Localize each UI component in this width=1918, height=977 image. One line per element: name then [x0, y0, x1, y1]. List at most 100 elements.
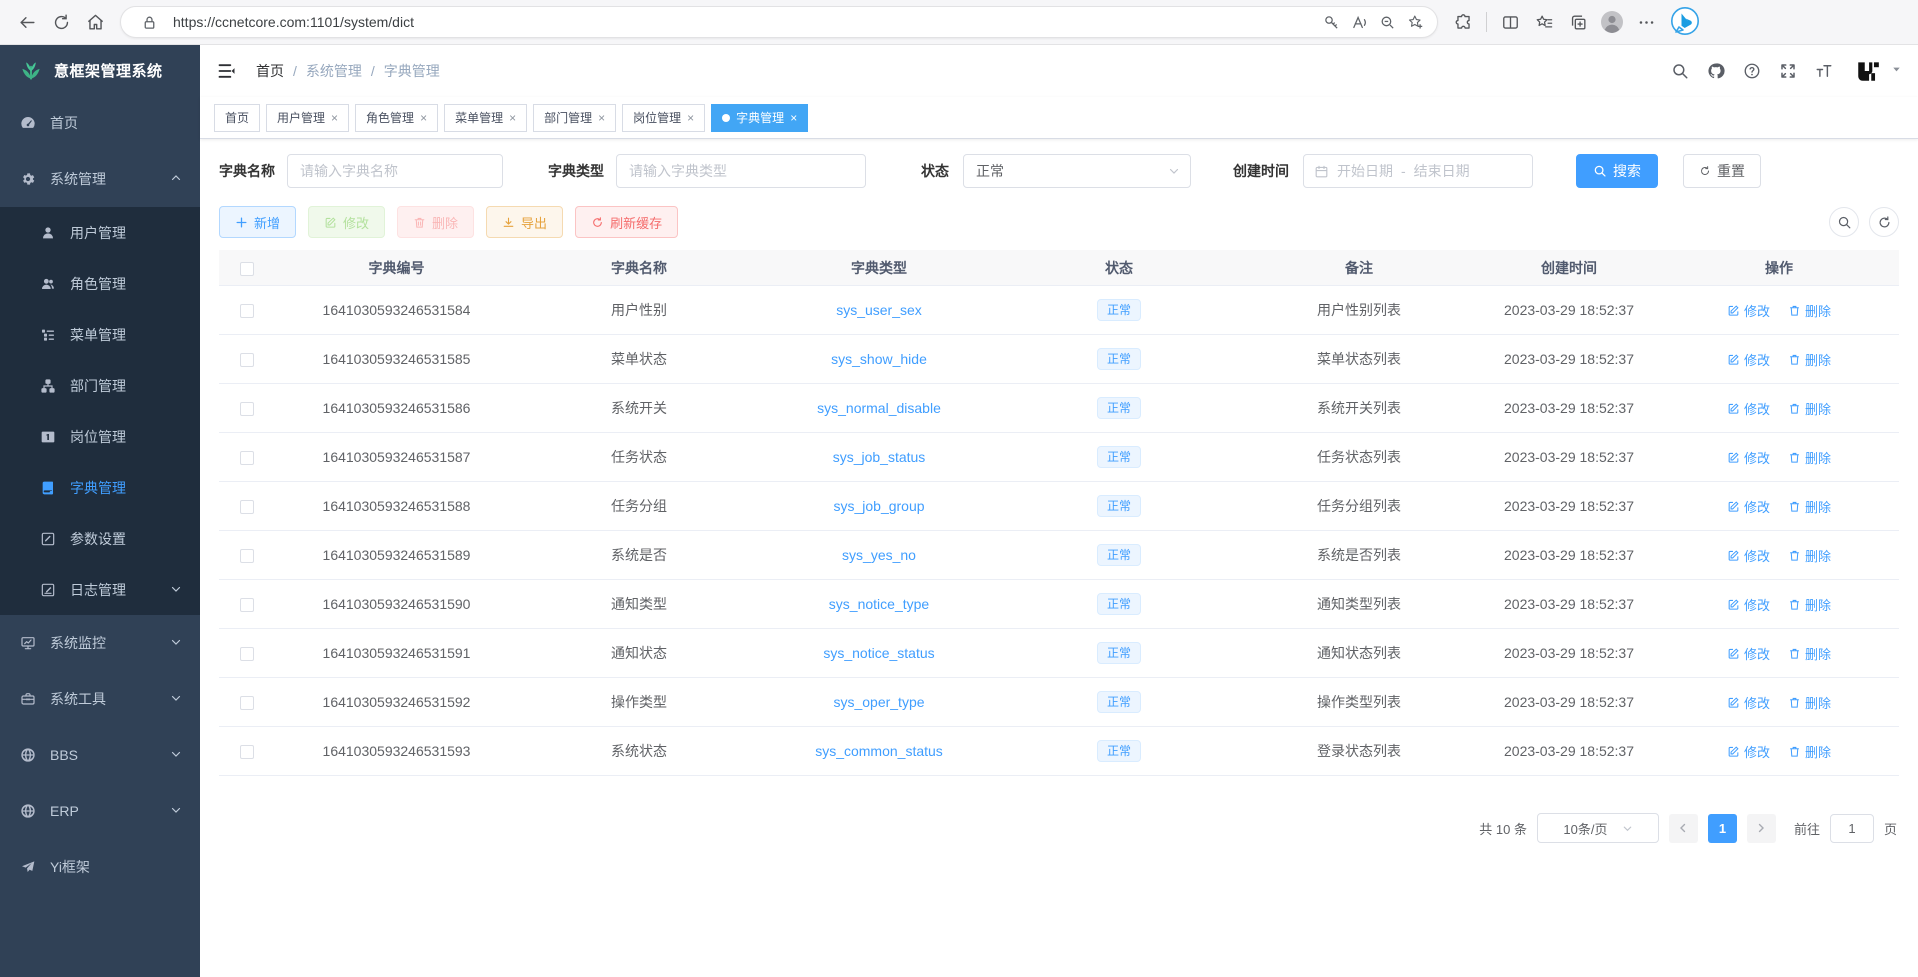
row-delete-link[interactable]: 删除 — [1788, 448, 1831, 467]
row-edit-link[interactable]: 修改 — [1727, 448, 1770, 467]
export-button[interactable]: 导出 — [486, 206, 563, 238]
sidebar-item-system[interactable]: 系统管理 — [0, 151, 200, 207]
browser-back-button[interactable] — [10, 5, 44, 39]
font-size-icon[interactable] — [1809, 56, 1839, 86]
page-number-current[interactable]: 1 — [1708, 814, 1737, 843]
dict-type-input[interactable] — [616, 154, 866, 188]
sidebar-item-bbs[interactable]: BBS — [0, 727, 200, 783]
add-button[interactable]: 新增 — [219, 206, 296, 238]
sidebar-item-menus[interactable]: 菜单管理 — [0, 309, 200, 360]
dict-type-link[interactable]: sys_user_sex — [836, 302, 922, 318]
sidebar-item-erp[interactable]: ERP — [0, 783, 200, 839]
bing-chat-icon[interactable] — [1669, 6, 1701, 38]
row-edit-link[interactable]: 修改 — [1727, 497, 1770, 516]
tab-home[interactable]: 首页 — [214, 104, 260, 132]
chevron-down-icon[interactable] — [1891, 62, 1902, 80]
browser-refresh-button[interactable] — [44, 5, 78, 39]
tab-dict-active[interactable]: 字典管理 × — [711, 104, 808, 132]
date-range-picker[interactable]: 开始日期 - 结束日期 — [1303, 154, 1533, 188]
row-edit-link[interactable]: 修改 — [1727, 399, 1770, 418]
edit-button-disabled[interactable]: 修改 — [308, 206, 385, 238]
fullscreen-icon[interactable] — [1773, 56, 1803, 86]
row-checkbox[interactable] — [240, 745, 254, 759]
browser-address-bar[interactable]: https://ccnetcore.com:1101/system/dict — [120, 6, 1438, 38]
dict-type-link[interactable]: sys_yes_no — [842, 547, 916, 563]
dict-type-link[interactable]: sys_notice_status — [823, 645, 934, 661]
next-page-button[interactable] — [1747, 814, 1776, 843]
app-logo[interactable]: 意框架管理系统 — [0, 45, 200, 95]
browser-home-button[interactable] — [78, 5, 112, 39]
add-favorite-icon[interactable] — [1401, 8, 1429, 36]
tab-close-icon[interactable]: × — [790, 111, 797, 125]
tab-close-icon[interactable]: × — [509, 111, 516, 125]
url-text[interactable]: https://ccnetcore.com:1101/system/dict — [173, 14, 1317, 30]
read-aloud-icon[interactable] — [1345, 8, 1373, 36]
sidebar-item-params[interactable]: 参数设置 — [0, 513, 200, 564]
dict-type-link[interactable]: sys_job_group — [833, 498, 924, 514]
dict-type-link[interactable]: sys_job_status — [833, 449, 926, 465]
row-checkbox[interactable] — [240, 353, 254, 367]
row-checkbox[interactable] — [240, 647, 254, 661]
tab-users[interactable]: 用户管理 × — [266, 104, 349, 132]
show-search-toggle-button[interactable] — [1829, 207, 1859, 237]
row-delete-link[interactable]: 删除 — [1788, 546, 1831, 565]
tab-close-icon[interactable]: × — [331, 111, 338, 125]
row-edit-link[interactable]: 修改 — [1727, 742, 1770, 761]
row-checkbox[interactable] — [240, 598, 254, 612]
sidebar-item-users[interactable]: 用户管理 — [0, 207, 200, 258]
user-avatar-logo[interactable] — [1853, 56, 1883, 86]
sidebar-item-home[interactable]: 首页 — [0, 95, 200, 151]
dict-type-link[interactable]: sys_show_hide — [831, 351, 927, 367]
row-checkbox[interactable] — [240, 500, 254, 514]
row-edit-link[interactable]: 修改 — [1727, 693, 1770, 712]
sidebar-item-tools[interactable]: 系统工具 — [0, 671, 200, 727]
dict-type-link[interactable]: sys_oper_type — [833, 694, 924, 710]
dict-name-input[interactable] — [287, 154, 503, 188]
collections-icon[interactable] — [1561, 5, 1595, 39]
github-icon[interactable] — [1701, 56, 1731, 86]
select-all-checkbox[interactable] — [240, 262, 254, 276]
row-edit-link[interactable]: 修改 — [1727, 350, 1770, 369]
row-checkbox[interactable] — [240, 451, 254, 465]
sidebar-item-departments[interactable]: 部门管理 — [0, 360, 200, 411]
dict-type-link[interactable]: sys_normal_disable — [817, 400, 941, 416]
refresh-cache-button[interactable]: 刷新缓存 — [575, 206, 678, 238]
row-delete-link[interactable]: 删除 — [1788, 350, 1831, 369]
tab-roles[interactable]: 角色管理 × — [355, 104, 438, 132]
sidebar-item-posts[interactable]: 岗位管理 — [0, 411, 200, 462]
tab-departments[interactable]: 部门管理 × — [533, 104, 616, 132]
browser-more-icon[interactable] — [1629, 5, 1663, 39]
sidebar-collapse-icon[interactable] — [214, 58, 240, 84]
browser-profile-avatar[interactable] — [1595, 5, 1629, 39]
prev-page-button[interactable] — [1669, 814, 1698, 843]
row-delete-link[interactable]: 删除 — [1788, 497, 1831, 516]
sidebar-item-roles[interactable]: 角色管理 — [0, 258, 200, 309]
row-delete-link[interactable]: 删除 — [1788, 693, 1831, 712]
tab-close-icon[interactable]: × — [687, 111, 694, 125]
refresh-table-button[interactable] — [1869, 207, 1899, 237]
row-delete-link[interactable]: 删除 — [1788, 644, 1831, 663]
sidebar-item-logs[interactable]: 日志管理 — [0, 564, 200, 615]
row-checkbox[interactable] — [240, 696, 254, 710]
row-edit-link[interactable]: 修改 — [1727, 546, 1770, 565]
tab-close-icon[interactable]: × — [598, 111, 605, 125]
tab-close-icon[interactable]: × — [420, 111, 427, 125]
reset-button[interactable]: 重置 — [1683, 154, 1761, 188]
row-checkbox[interactable] — [240, 402, 254, 416]
dict-type-link[interactable]: sys_notice_type — [829, 596, 929, 612]
sidebar-item-yi-framework[interactable]: Yi框架 — [0, 839, 200, 895]
row-delete-link[interactable]: 删除 — [1788, 595, 1831, 614]
row-edit-link[interactable]: 修改 — [1727, 301, 1770, 320]
page-size-select[interactable]: 10条/页 — [1537, 813, 1659, 843]
row-edit-link[interactable]: 修改 — [1727, 595, 1770, 614]
password-key-icon[interactable] — [1317, 8, 1345, 36]
zoom-out-icon[interactable] — [1373, 8, 1401, 36]
status-select[interactable]: 正常 — [963, 154, 1191, 188]
row-delete-link[interactable]: 删除 — [1788, 301, 1831, 320]
row-delete-link[interactable]: 删除 — [1788, 742, 1831, 761]
dict-type-link[interactable]: sys_common_status — [815, 743, 943, 759]
row-checkbox[interactable] — [240, 304, 254, 318]
row-checkbox[interactable] — [240, 549, 254, 563]
tab-menus[interactable]: 菜单管理 × — [444, 104, 527, 132]
breadcrumb-home[interactable]: 首页 — [256, 61, 284, 81]
